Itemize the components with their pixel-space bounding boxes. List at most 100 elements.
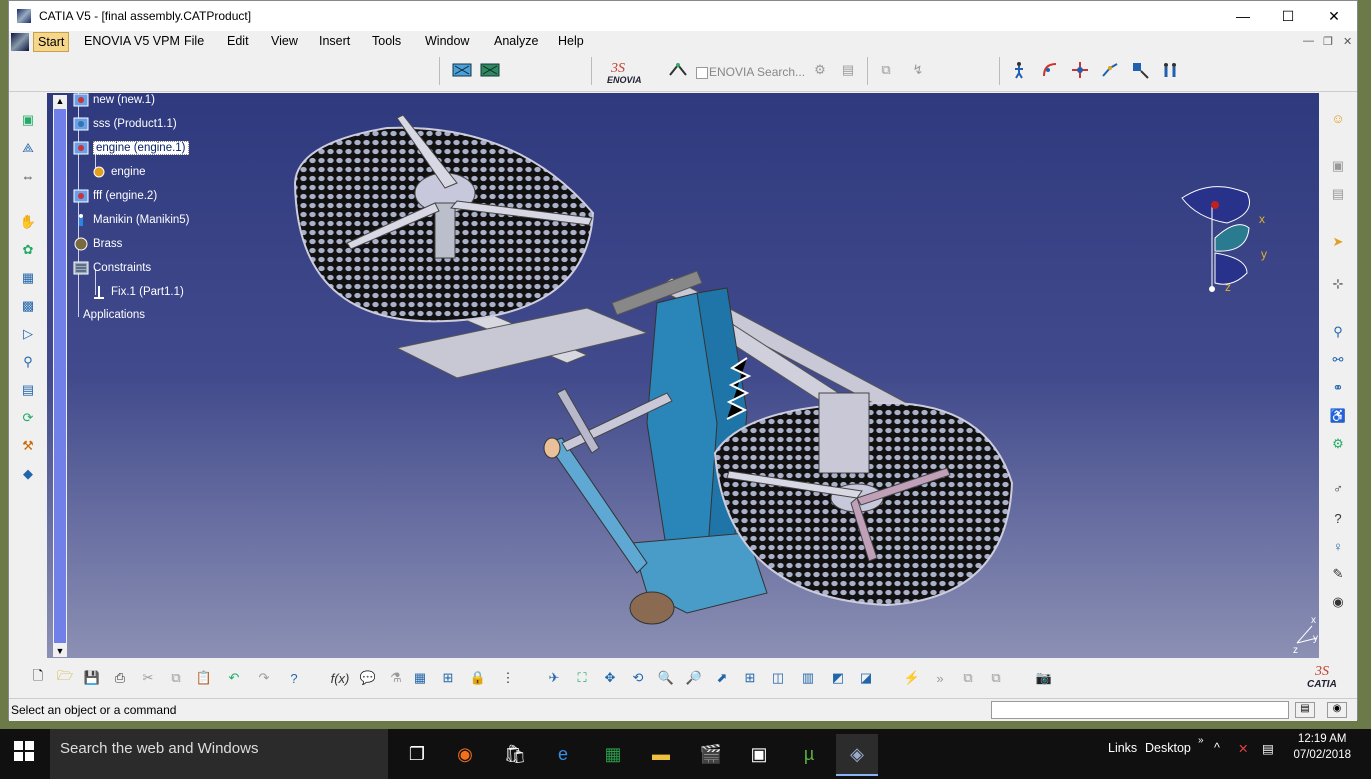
fit-all-icon[interactable]: ⛶ <box>571 667 593 689</box>
mdi-minimize-icon[interactable]: — <box>1303 35 1314 47</box>
print-icon[interactable]: ⎙ <box>109 667 131 689</box>
menu-tools[interactable]: Tools <box>372 34 401 48</box>
task-view-icon[interactable]: ❐ <box>396 734 438 774</box>
manikin-ik-icon[interactable] <box>1129 59 1151 81</box>
excel-icon[interactable]: ▦ <box>592 734 634 774</box>
enovia-search-checkbox[interactable] <box>696 67 708 79</box>
new-file-icon[interactable]: 🗋 <box>27 667 49 689</box>
catalog-icon[interactable]: ✿ <box>17 239 39 261</box>
store-icon[interactable]: 🛍 <box>494 734 536 774</box>
menu-analyze[interactable]: Analyze <box>494 34 538 48</box>
enovia-search-label[interactable]: ENOVIA Search... <box>709 65 805 79</box>
power-input-icon[interactable]: ◉ <box>1327 702 1347 718</box>
utorrent-icon[interactable]: µ <box>788 734 830 774</box>
part-icon[interactable] <box>479 59 501 81</box>
menu-insert[interactable]: Insert <box>319 34 350 48</box>
document-icon[interactable] <box>11 33 29 51</box>
analysis-icon-2[interactable]: » <box>929 667 951 689</box>
undo-icon[interactable]: ↶ <box>223 667 245 689</box>
capture-camera-icon[interactable]: 📷 <box>1033 667 1055 689</box>
hide-show-icon[interactable]: ◩ <box>827 667 849 689</box>
windows-start-icon[interactable] <box>14 741 34 761</box>
network-icon[interactable]: ✕ <box>1238 741 1248 756</box>
bill-of-material-icon[interactable]: ◆ <box>17 463 39 485</box>
enovia-connect-icon[interactable] <box>667 59 689 81</box>
manikin-forward-kinematics-icon[interactable] <box>1099 59 1121 81</box>
mdi-restore-icon[interactable]: ❐ <box>1323 35 1333 48</box>
menu-file[interactable]: File <box>184 34 204 48</box>
vision-icon[interactable]: ⚭ <box>1327 377 1349 399</box>
whats-this-icon[interactable]: ? <box>283 667 305 689</box>
open-folder-icon[interactable]: 🗁 <box>54 667 76 689</box>
toolbar-overflow-icon[interactable]: » <box>1198 735 1204 746</box>
reach-envelope-icon[interactable]: ♿ <box>1327 405 1349 427</box>
update-icon[interactable]: ⟳ <box>17 407 39 429</box>
manipulation-icon[interactable]: ✋ <box>17 211 39 233</box>
new-component-icon[interactable]: ▤ <box>1327 183 1349 205</box>
enovia-sync-icon[interactable]: ↯ <box>907 59 929 81</box>
catia-taskbar-icon[interactable]: ◈ <box>836 734 878 776</box>
product-icon[interactable] <box>451 59 473 81</box>
view-eye-icon[interactable]: ◉ <box>1327 591 1349 613</box>
section-icon[interactable]: ▷ <box>17 323 39 345</box>
links-toolbar[interactable]: Links <box>1108 741 1137 755</box>
terminal-icon[interactable]: ▣ <box>738 734 780 774</box>
snap-icon[interactable]: ⟁ <box>17 137 39 159</box>
menu-window[interactable]: Window <box>425 34 469 48</box>
taskbar-clock[interactable]: 12:19 AM 07/02/2018 <box>1293 731 1351 763</box>
fly-mode-icon[interactable]: ✈ <box>543 667 565 689</box>
pan-icon[interactable]: ✥ <box>599 667 621 689</box>
analysis-icon-3[interactable]: ⧉ <box>957 667 979 689</box>
analysis-icon-1[interactable]: ⚡ <box>901 667 923 689</box>
zoom-in-icon[interactable]: 🔍 <box>655 667 677 689</box>
manikin-reach-icon[interactable] <box>1039 59 1061 81</box>
explode-icon[interactable]: ▦ <box>17 267 39 289</box>
workbench-icon[interactable]: ☺ <box>1327 107 1349 129</box>
relations-icon[interactable]: ⊞ <box>437 667 459 689</box>
file-explorer-icon[interactable]: ▬ <box>640 734 682 774</box>
3d-viewport[interactable]: ▲ ▼ new (new.1) sss (Product1.1) engine … <box>47 93 1319 658</box>
redo-icon[interactable]: ↷ <box>253 667 275 689</box>
firefox-icon[interactable]: ◉ <box>444 734 486 774</box>
paste-icon[interactable]: 📋 <box>193 667 215 689</box>
maximize-button[interactable]: ☐ <box>1266 5 1310 27</box>
report-icon[interactable]: ✎ <box>1327 563 1349 585</box>
lock-icon[interactable]: 🔒 <box>467 667 489 689</box>
desktop-toolbar[interactable]: Desktop <box>1145 741 1191 755</box>
minimize-button[interactable]: — <box>1221 5 1265 27</box>
manikin-attributes-icon[interactable]: ⚙ <box>1327 433 1349 455</box>
swap-visible-icon[interactable]: ◪ <box>855 667 877 689</box>
menu-view[interactable]: View <box>271 34 298 48</box>
multi-view-icon[interactable]: ⊞ <box>739 667 761 689</box>
lift-lower-icon[interactable]: ♀ <box>1327 535 1349 557</box>
action-center-icon[interactable]: ▤ <box>1262 741 1274 756</box>
manikin-posture-icon[interactable] <box>1011 59 1033 81</box>
posture-editor-icon[interactable]: ⚲ <box>1327 321 1349 343</box>
mdi-close-icon[interactable]: ✕ <box>1343 35 1352 48</box>
normal-view-icon[interactable]: ⬈ <box>711 667 733 689</box>
pattern-icon[interactable]: ▤ <box>17 379 39 401</box>
new-product-icon[interactable]: ▣ <box>1327 155 1349 177</box>
zoom-out-icon[interactable]: 🔎 <box>683 667 705 689</box>
compass-manipulator-icon[interactable] <box>1069 59 1091 81</box>
menu-help[interactable]: Help <box>558 34 584 48</box>
close-button[interactable]: ✕ <box>1312 5 1356 27</box>
edge-icon[interactable]: e <box>542 734 584 774</box>
menu-start[interactable]: Start <box>33 32 70 52</box>
enovia-copy-icon[interactable]: ⧉ <box>875 59 897 81</box>
cut-icon[interactable]: ✂ <box>137 667 159 689</box>
measure-icon[interactable]: ⇔ <box>17 165 39 187</box>
tools-icon[interactable]: ⚒ <box>17 435 39 457</box>
properties-icon[interactable]: ⋮ <box>497 667 519 689</box>
command-list-icon[interactable]: ▤ <box>1295 702 1315 718</box>
iso-view-icon[interactable]: ◫ <box>767 667 789 689</box>
command-input[interactable] <box>991 701 1289 719</box>
media-icon[interactable]: 🎬 <box>690 734 732 774</box>
insert-component-icon[interactable]: ▣ <box>17 109 39 131</box>
enovia-save-icon[interactable]: ▤ <box>837 59 859 81</box>
knowledge-icon[interactable]: ⚗ <box>385 667 407 689</box>
taskbar-search-box[interactable]: Search the web and Windows <box>50 729 388 779</box>
select-arrow-icon[interactable]: ➤ <box>1327 231 1349 253</box>
constraint-icon[interactable]: ⚲ <box>17 351 39 373</box>
copy-icon[interactable]: ⧉ <box>165 667 187 689</box>
